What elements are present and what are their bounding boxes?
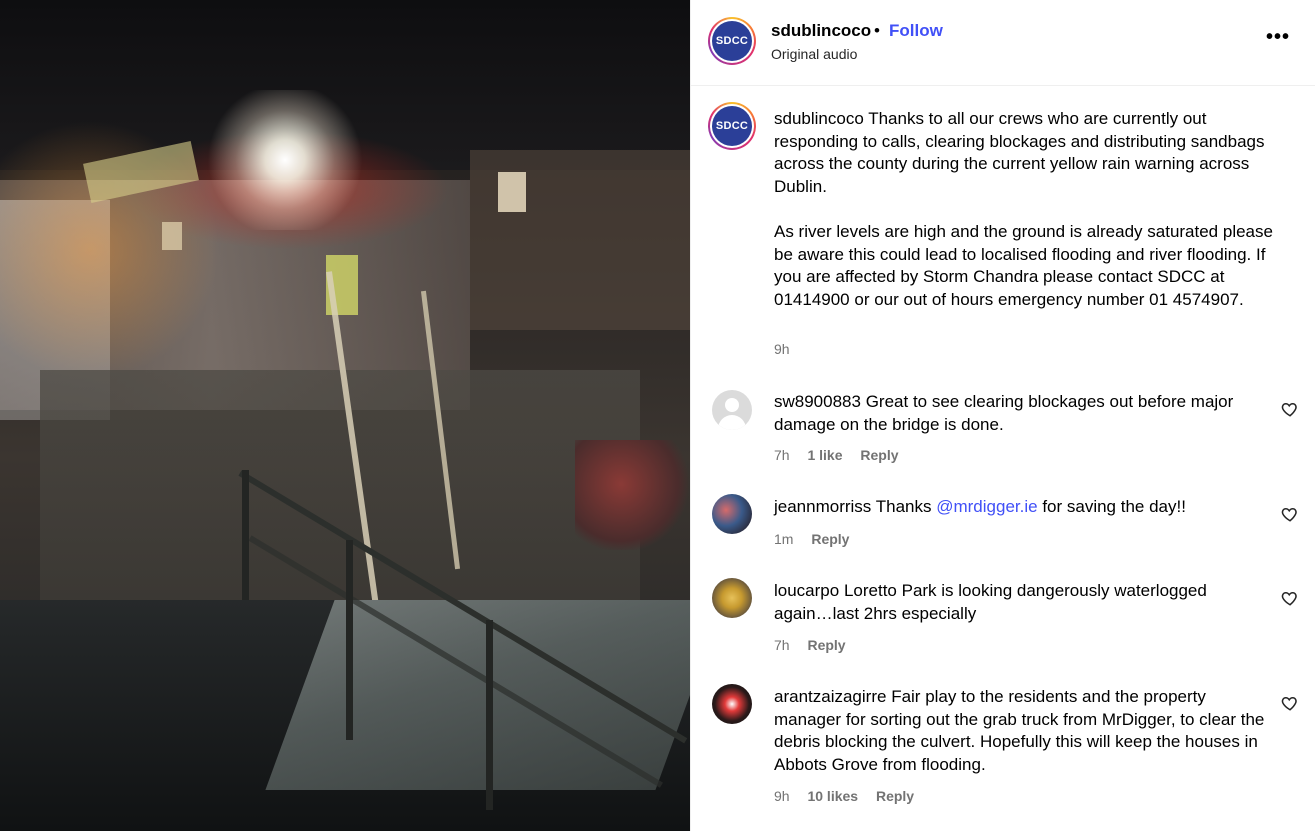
caption-username[interactable]: sdublincoco xyxy=(774,109,864,128)
heart-icon[interactable] xyxy=(1281,400,1299,418)
separator-dot: • xyxy=(874,21,880,40)
more-options-icon[interactable]: ••• xyxy=(1266,26,1290,49)
comment-text: jeannmorriss Thanks @mrdigger.ie for sav… xyxy=(774,496,1269,519)
reply-button[interactable]: Reply xyxy=(811,531,849,547)
sdcc-logo: SDCC xyxy=(712,106,752,146)
profile-avatar[interactable]: SDCC xyxy=(708,17,756,65)
post-viewer: SDCC sdublincoco • Follow Original audio… xyxy=(0,0,1315,831)
comment-meta: 7h Reply xyxy=(774,637,860,653)
comment-meta: 9h 10 likes Reply xyxy=(774,788,928,804)
truck-window xyxy=(162,222,182,250)
username-link[interactable]: sdublincoco xyxy=(771,21,871,41)
comment-time[interactable]: 7h xyxy=(774,637,790,653)
lit-window xyxy=(498,172,526,212)
comment-body: for saving the day!! xyxy=(1042,497,1186,516)
comment-username[interactable]: jeannmorriss xyxy=(774,497,871,516)
post-timestamp[interactable]: 9h xyxy=(774,341,790,357)
comment-time[interactable]: 7h xyxy=(774,447,790,463)
comment-username[interactable]: sw8900883 xyxy=(774,392,861,411)
comment-time[interactable]: 9h xyxy=(774,788,790,804)
follow-button[interactable]: Follow xyxy=(889,21,943,41)
comment-body: Loretto Park is looking dangerously wate… xyxy=(774,581,1207,623)
post-header: SDCC sdublincoco • Follow Original audio… xyxy=(691,0,1315,86)
bridge-wall xyxy=(40,370,640,620)
mention-link[interactable]: @mrdigger.ie xyxy=(936,497,1037,516)
avatar-head xyxy=(725,398,739,412)
caption-text: sdublincoco Thanks to all our crews who … xyxy=(774,108,1289,311)
caption-paragraph: As river levels are high and the ground … xyxy=(774,221,1273,309)
comment-likes[interactable]: 1 like xyxy=(807,447,842,463)
user-avatar[interactable] xyxy=(712,494,752,534)
rail-post xyxy=(346,540,353,740)
post-details-panel: SDCC sdublincoco • Follow Original audio… xyxy=(690,0,1315,831)
rail-post xyxy=(242,470,249,600)
avatar-frame: SDCC xyxy=(710,19,754,63)
caption-avatar[interactable]: SDCC xyxy=(708,102,756,150)
comment-text: sw8900883 Great to see clearing blockage… xyxy=(774,391,1269,436)
comment-body: Thanks xyxy=(875,497,932,516)
comment-text: loucarpo Loretto Park is looking dangero… xyxy=(774,580,1269,625)
heart-icon[interactable] xyxy=(1281,589,1299,607)
comment-username[interactable]: loucarpo xyxy=(774,581,839,600)
user-avatar[interactable] xyxy=(712,578,752,618)
debris-pile xyxy=(575,440,690,550)
rail-post xyxy=(486,620,493,810)
original-audio-link[interactable]: Original audio xyxy=(771,46,857,62)
reply-button[interactable]: Reply xyxy=(876,788,914,804)
sdcc-logo: SDCC xyxy=(712,21,752,61)
comment-text: arantzaizagirre Fair play to the residen… xyxy=(774,686,1269,776)
comment-username[interactable]: arantzaizagirre xyxy=(774,687,886,706)
post-video[interactable] xyxy=(0,0,690,831)
avatar-frame: SDCC xyxy=(710,104,754,148)
avatar-body xyxy=(718,415,746,430)
heart-icon[interactable] xyxy=(1281,505,1299,523)
reply-button[interactable]: Reply xyxy=(807,637,845,653)
comment-meta: 7h 1 like Reply xyxy=(774,447,913,463)
floodlight-flare xyxy=(200,90,370,230)
heart-icon[interactable] xyxy=(1281,694,1299,712)
user-avatar[interactable] xyxy=(712,684,752,724)
comment-likes[interactable]: 10 likes xyxy=(807,788,858,804)
default-avatar[interactable] xyxy=(712,390,752,430)
comment-time[interactable]: 1m xyxy=(774,531,793,547)
comment-meta: 1m Reply xyxy=(774,531,863,547)
reply-button[interactable]: Reply xyxy=(860,447,898,463)
